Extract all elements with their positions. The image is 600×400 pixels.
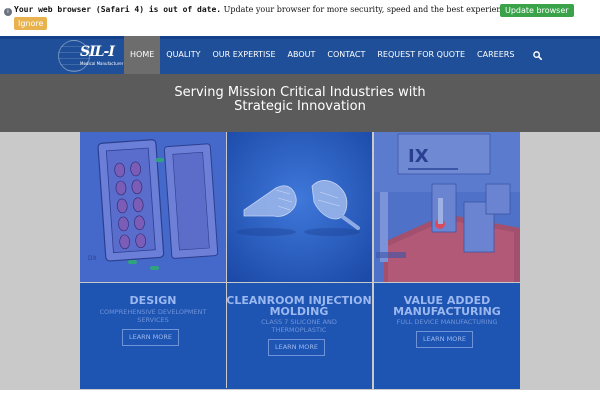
service-card-manufacturing[interactable]: IX VALUE ADDED MANUFACTURING FULL DEVICE… bbox=[374, 132, 520, 389]
nav-item-home[interactable]: HOME bbox=[124, 36, 161, 74]
browser-update-bar: i Your web browser (Safari 4) is out of … bbox=[0, 0, 600, 36]
nav-item-quality[interactable]: QUALITY bbox=[160, 36, 206, 74]
cleanroom-panel: CLEANROOM INJECTION MOLDING CLASS 7 SILI… bbox=[226, 282, 372, 389]
nav-item-contact[interactable]: CONTACT bbox=[321, 36, 371, 74]
svg-text:IX: IX bbox=[408, 146, 429, 167]
search-button[interactable] bbox=[520, 36, 554, 74]
service-card-cleanroom[interactable]: CLEANROOM INJECTION MOLDING CLASS 7 SILI… bbox=[226, 132, 372, 389]
manufacturing-subtitle: FULL DEVICE MANUFACTURING bbox=[396, 318, 498, 326]
nav-item-careers[interactable]: CAREERS bbox=[471, 36, 520, 74]
design-subtitle: COMPREHENSIVE DEVELOPMENT SERVICES bbox=[99, 308, 207, 324]
cleanroom-title: CLEANROOM INJECTION MOLDING bbox=[226, 294, 372, 318]
cleanroom-image bbox=[226, 132, 372, 282]
browser-warning-message: Your web browser (Safari 4) is out of da… bbox=[14, 5, 561, 14]
nav-item-about[interactable]: ABOUT bbox=[282, 36, 322, 74]
logo-mark: SIL-I bbox=[80, 44, 115, 60]
column-divider bbox=[373, 132, 374, 388]
hero-title: Serving Mission Critical Industries with… bbox=[174, 85, 426, 114]
update-browser-button[interactable]: Update browser bbox=[500, 4, 574, 17]
design-image: DX bbox=[80, 132, 226, 282]
main-nav: HOME QUALITY OUR EXPERTISE ABOUT CONTACT… bbox=[124, 36, 554, 74]
column-divider bbox=[226, 132, 227, 388]
ignore-button[interactable]: Ignore bbox=[14, 17, 48, 30]
nav-item-our-expertise[interactable]: OUR EXPERTISE bbox=[207, 36, 282, 74]
service-card-design[interactable]: DX DESIGN COMPREHENSIVE DEVELOPMENT SERV… bbox=[80, 132, 226, 389]
logo-tagline: Medical Manufacturer bbox=[80, 61, 124, 66]
search-icon bbox=[533, 50, 542, 60]
manufacturing-learn-more-button[interactable]: LEARN MORE bbox=[416, 331, 473, 348]
design-learn-more-button[interactable]: LEARN MORE bbox=[122, 329, 179, 346]
svg-text:DX: DX bbox=[88, 255, 97, 262]
hero-banner: Serving Mission Critical Industries with… bbox=[0, 74, 600, 132]
manufacturing-panel: VALUE ADDED MANUFACTURING FULL DEVICE MA… bbox=[374, 282, 520, 389]
cleanroom-learn-more-button[interactable]: LEARN MORE bbox=[268, 339, 325, 356]
design-title: DESIGN bbox=[129, 294, 177, 307]
manufacturing-title: VALUE ADDED MANUFACTURING bbox=[393, 294, 501, 318]
design-panel: DESIGN COMPREHENSIVE DEVELOPMENT SERVICE… bbox=[80, 282, 226, 389]
site-logo[interactable]: SIL-I Medical Manufacturer bbox=[58, 40, 128, 72]
info-icon: i bbox=[4, 8, 12, 16]
cleanroom-subtitle: CLASS 7 SILICONE AND THERMOPLASTIC bbox=[261, 318, 337, 334]
manufacturing-image: IX bbox=[374, 132, 520, 282]
browser-warning-bold: Your web browser (Safari 4) is out of da… bbox=[14, 5, 222, 14]
nav-item-request-for-quote[interactable]: REQUEST FOR QUOTE bbox=[371, 36, 471, 74]
